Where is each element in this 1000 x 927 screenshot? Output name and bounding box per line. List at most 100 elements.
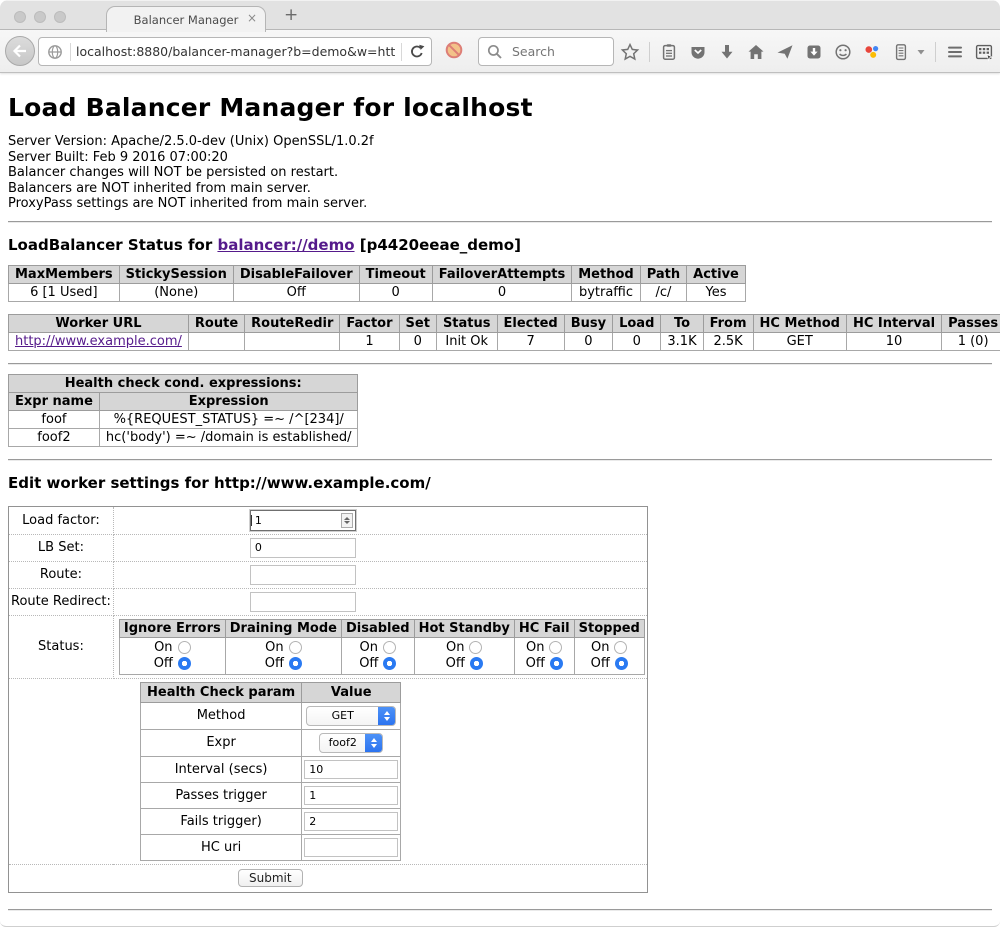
radio-off-hc-fail[interactable] <box>550 657 563 670</box>
column-header: DisableFailover <box>233 265 359 283</box>
on-label: On <box>360 640 378 656</box>
column-header: HC Method <box>753 314 846 332</box>
load-factor-input[interactable]: 1 <box>250 510 356 531</box>
blocked-content-button[interactable] <box>444 40 464 60</box>
radio-on-hot-standby[interactable] <box>469 641 482 654</box>
status-cell-disabled: On Off <box>341 637 414 674</box>
route-redirect-input[interactable] <box>250 592 356 612</box>
cell-to: 3.1K <box>661 332 703 350</box>
radio-on-hc-fail[interactable] <box>549 641 562 654</box>
off-label: Off <box>265 656 284 672</box>
column-header: Busy <box>564 314 612 332</box>
radio-on-ignore-errors[interactable] <box>178 641 191 654</box>
reading-list-icon[interactable] <box>659 42 679 62</box>
status-label: Status: <box>9 615 114 678</box>
radio-on-draining-mode[interactable] <box>289 641 302 654</box>
submit-button[interactable]: Submit <box>238 869 303 887</box>
divider <box>70 43 71 61</box>
column-header: Worker URL <box>9 314 189 332</box>
method-label: Method <box>141 702 302 729</box>
hc-uri-input[interactable] <box>304 838 398 857</box>
form-row-status: Status: Ignore Errors Draining Mode Disa… <box>9 615 648 678</box>
interval-input[interactable] <box>304 760 398 779</box>
expr-name: foof2 <box>9 428 100 446</box>
download-icon[interactable] <box>717 42 737 62</box>
column-header: Route <box>188 314 244 332</box>
radio-off-ignore-errors[interactable] <box>178 657 191 670</box>
home-icon[interactable] <box>746 42 766 62</box>
cell-hc-method: GET <box>753 332 846 350</box>
menu-icon[interactable] <box>945 42 965 62</box>
server-info: Server Version: Apache/2.5.0-dev (Unix) … <box>8 134 992 212</box>
route-input[interactable] <box>250 565 356 585</box>
column-header: Expression <box>99 392 358 410</box>
method-select[interactable]: GET <box>306 706 396 726</box>
extension-icon[interactable] <box>804 42 824 62</box>
method-select-value: GET <box>307 709 378 722</box>
blocked-icon <box>444 40 464 60</box>
column-header: HC Interval <box>846 314 941 332</box>
search-input[interactable] <box>510 43 600 60</box>
radio-off-draining-mode[interactable] <box>289 657 302 670</box>
expr-select[interactable]: foof2 <box>319 733 383 753</box>
column-header: Value <box>302 682 401 702</box>
tab-close-icon[interactable]: × <box>247 11 257 25</box>
search-bar[interactable] <box>478 37 614 66</box>
star-icon[interactable] <box>620 42 640 62</box>
column-header: Elected <box>497 314 564 332</box>
page-title: Load Balancer Manager for localhost <box>8 93 992 122</box>
smiley-icon[interactable] <box>833 42 853 62</box>
server-built-line: Server Built: Feb 9 2016 07:00:20 <box>8 150 992 166</box>
dropdown-caret-icon[interactable] <box>916 47 926 57</box>
zoom-window-icon[interactable] <box>54 11 66 23</box>
route-redirect-label: Route Redirect: <box>9 588 114 615</box>
column-header: HC Fail <box>514 619 574 637</box>
off-label: Off <box>591 656 610 672</box>
new-tab-button[interactable]: + <box>284 5 298 25</box>
divider <box>8 909 992 911</box>
window-controls[interactable] <box>14 11 66 23</box>
radio-off-stopped[interactable] <box>615 657 628 670</box>
url-bar[interactable]: localhost:8880/balancer-manager?b=demo&w… <box>38 37 432 66</box>
minimize-window-icon[interactable] <box>34 11 46 23</box>
expr-value: hc('body') =~ /domain is established/ <box>99 428 358 446</box>
hc-uri-label: HC uri <box>141 834 302 860</box>
status-cell-hc-fail: On Off <box>514 637 574 674</box>
hc-param-row: Method GET <box>141 702 401 729</box>
reload-icon[interactable] <box>407 42 427 62</box>
fails-input[interactable] <box>304 812 398 831</box>
close-window-icon[interactable] <box>14 11 26 23</box>
column-header: Timeout <box>359 265 432 283</box>
pocket-icon[interactable] <box>688 42 708 62</box>
interval-label: Interval (secs) <box>141 756 302 782</box>
back-button[interactable] <box>5 36 35 66</box>
select-stepper-icon <box>378 706 395 726</box>
column-header: FailoverAttempts <box>432 265 572 283</box>
balancer-demo-link[interactable]: balancer://demo <box>217 236 354 254</box>
hc-param-row: Interval (secs) <box>141 756 401 782</box>
radio-off-disabled[interactable] <box>383 657 396 670</box>
status-table: Ignore Errors Draining Mode Disabled Hot… <box>119 619 645 675</box>
cell-status: Init Ok <box>436 332 497 350</box>
keyboard-grid-icon[interactable] <box>974 42 994 62</box>
form-row-submit: Submit <box>9 864 648 892</box>
column-header: Load <box>613 314 661 332</box>
send-icon[interactable] <box>775 42 795 62</box>
lb-set-input[interactable] <box>250 538 356 558</box>
radio-off-hot-standby[interactable] <box>470 657 483 670</box>
worker-url-link[interactable]: http://www.example.com/ <box>15 334 182 349</box>
radio-on-disabled[interactable] <box>383 641 396 654</box>
balancer-params-table: MaxMembers StickySession DisableFailover… <box>8 265 746 302</box>
form-row-load-factor: Load factor: 1 <box>9 506 648 534</box>
passes-input[interactable] <box>304 786 398 805</box>
status-cell-ignore-errors: On Off <box>119 637 225 674</box>
status-cell-draining-mode: On Off <box>225 637 341 674</box>
tab-balancer-manager[interactable]: Balancer Manager × <box>106 6 266 32</box>
color-dots-icon[interactable] <box>862 42 882 62</box>
url-text[interactable]: localhost:8880/balancer-manager?b=demo&w… <box>76 44 396 59</box>
spinner-icon[interactable] <box>341 513 353 528</box>
on-label: On <box>591 640 609 656</box>
sidebar-icon[interactable] <box>891 42 911 62</box>
lb-set-label: LB Set: <box>9 534 114 561</box>
radio-on-stopped[interactable] <box>614 641 627 654</box>
